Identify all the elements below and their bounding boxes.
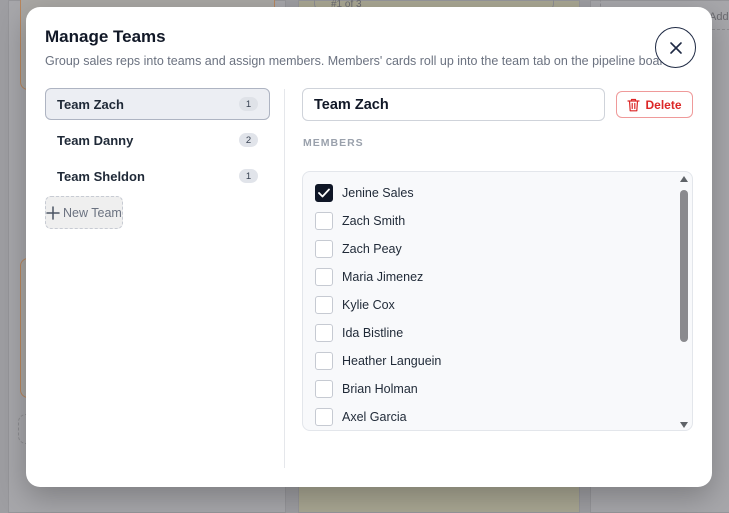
member-option[interactable]: Zach Peay (315, 240, 402, 258)
scroll-down-arrow-icon[interactable] (680, 422, 688, 428)
member-checkbox[interactable] (315, 240, 333, 258)
scrollbar-thumb[interactable] (680, 190, 688, 342)
member-name: Jenine Sales (342, 186, 414, 200)
member-checkbox[interactable] (315, 380, 333, 398)
trash-icon (627, 98, 641, 111)
team-name: Team Danny (57, 132, 134, 148)
delete-team-button[interactable]: Delete (616, 91, 693, 118)
member-checkbox[interactable] (315, 324, 333, 342)
member-option[interactable]: Ida Bistline (315, 324, 403, 342)
new-team-button[interactable]: New Team (45, 196, 123, 229)
member-checkbox[interactable] (315, 352, 333, 370)
members-section-label: MEMBERS (303, 137, 364, 149)
member-option[interactable]: Kylie Cox (315, 296, 395, 314)
team-name-input[interactable] (302, 88, 605, 121)
member-name: Zach Peay (342, 242, 402, 256)
member-option[interactable]: Heather Languein (315, 352, 441, 370)
member-checkbox[interactable] (315, 268, 333, 286)
member-checkbox[interactable] (315, 296, 333, 314)
member-name: Zach Smith (342, 214, 406, 228)
close-button[interactable] (655, 27, 696, 68)
member-option[interactable]: Zach Smith (315, 212, 405, 230)
member-name: Axel Garcia (342, 410, 407, 424)
delete-label: Delete (645, 97, 682, 112)
check-icon (318, 188, 330, 198)
team-member-count-badge: 1 (239, 169, 258, 183)
member-name: Heather Languein (342, 354, 442, 368)
member-name: Ida Bistline (342, 326, 404, 340)
plus-icon (46, 205, 60, 220)
member-option[interactable]: Jenine Sales (315, 184, 414, 202)
member-name: Brian Holman (342, 382, 418, 396)
modal-title: Manage Teams (45, 27, 166, 46)
modal-subtitle: Group sales reps into teams and assign m… (45, 54, 675, 68)
team-list: Team Zach 1 Team Danny 2 Team Sheldon 1 … (45, 88, 270, 229)
member-name: Maria Jimenez (342, 270, 424, 284)
member-checkbox[interactable] (315, 408, 333, 426)
members-scrollbar[interactable] (679, 176, 689, 428)
member-checkbox[interactable] (315, 212, 333, 230)
team-name: Team Zach (57, 96, 124, 112)
team-item[interactable]: Team Sheldon 1 (45, 160, 270, 192)
manage-teams-modal: Manage Teams Group sales reps into teams… (26, 7, 712, 487)
member-option[interactable]: Brian Holman (315, 380, 418, 398)
scroll-up-arrow-icon[interactable] (680, 176, 688, 182)
team-member-count-badge: 2 (239, 133, 258, 147)
member-option[interactable]: Maria Jimenez (315, 268, 423, 286)
team-member-count-badge: 1 (239, 97, 258, 111)
team-name: Team Sheldon (57, 168, 145, 184)
member-option[interactable]: Axel Garcia (315, 408, 407, 426)
members-list: Jenine Sales Zach Smith Zach Peay Maria … (302, 171, 693, 431)
member-name: Kylie Cox (342, 298, 395, 312)
close-icon (669, 41, 682, 54)
team-item[interactable]: Team Danny 2 (45, 124, 270, 156)
new-team-label: New Team (63, 205, 122, 220)
panel-divider (284, 89, 285, 468)
team-item[interactable]: Team Zach 1 (45, 88, 270, 120)
member-checkbox[interactable] (315, 184, 333, 202)
